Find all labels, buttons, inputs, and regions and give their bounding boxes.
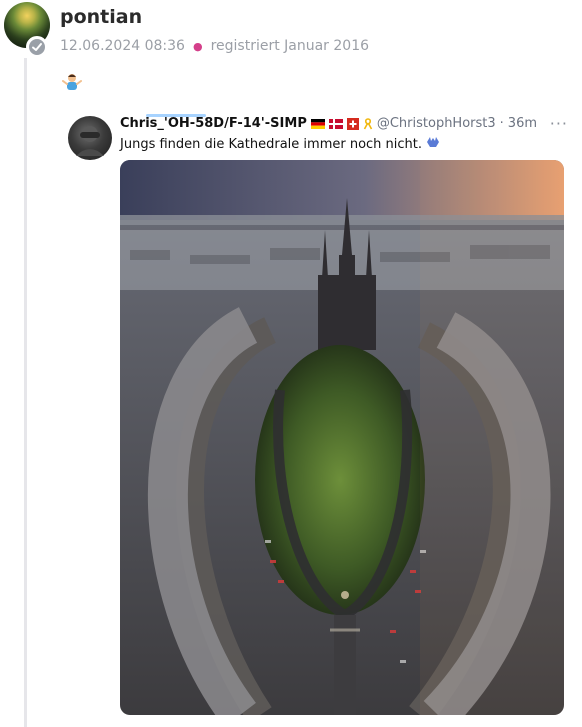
tweet-author-handle[interactable]: @ChristophHorst3 <box>377 116 496 131</box>
switzerland-flag-icon <box>346 117 359 130</box>
tweet-author-name[interactable]: Chris_'OH-58D/F-14'-SIMP <box>120 116 307 131</box>
embedded-tweet[interactable]: Chris_'OH-58D/F-14'-SIMP @ChristophHorst… <box>58 114 578 715</box>
verified-check-icon <box>26 36 48 58</box>
shrug-emoji-icon <box>62 72 82 92</box>
separator-dot-icon: ● <box>192 39 203 53</box>
tweet-photo[interactable] <box>120 160 564 715</box>
post-meta: 12.06.2024 08:36 ● registriert Januar 20… <box>60 38 369 54</box>
tweet-time-separator: · <box>499 116 504 131</box>
tweet-avatar[interactable] <box>68 116 112 160</box>
post-timestamp[interactable]: 12.06.2024 08:36 <box>60 38 185 54</box>
awareness-ribbon-icon <box>363 117 373 129</box>
username[interactable]: pontian <box>60 6 142 28</box>
denmark-flag-icon <box>328 118 343 129</box>
tweet-header: Chris_'OH-58D/F-14'-SIMP @ChristophHorst… <box>120 116 537 131</box>
registration-date: registriert Januar 2016 <box>210 38 370 54</box>
open-hands-emoji-icon <box>427 137 440 147</box>
germany-flag-icon <box>310 118 325 129</box>
tweet-text-body: Jungs finden die Kathedrale immer noch n… <box>120 137 423 152</box>
thread-line <box>24 58 27 727</box>
more-options-icon[interactable]: ··· <box>550 114 568 133</box>
tweet-time[interactable]: 36m <box>508 116 537 131</box>
tweet-text: Jungs finden die Kathedrale immer noch n… <box>120 136 440 152</box>
